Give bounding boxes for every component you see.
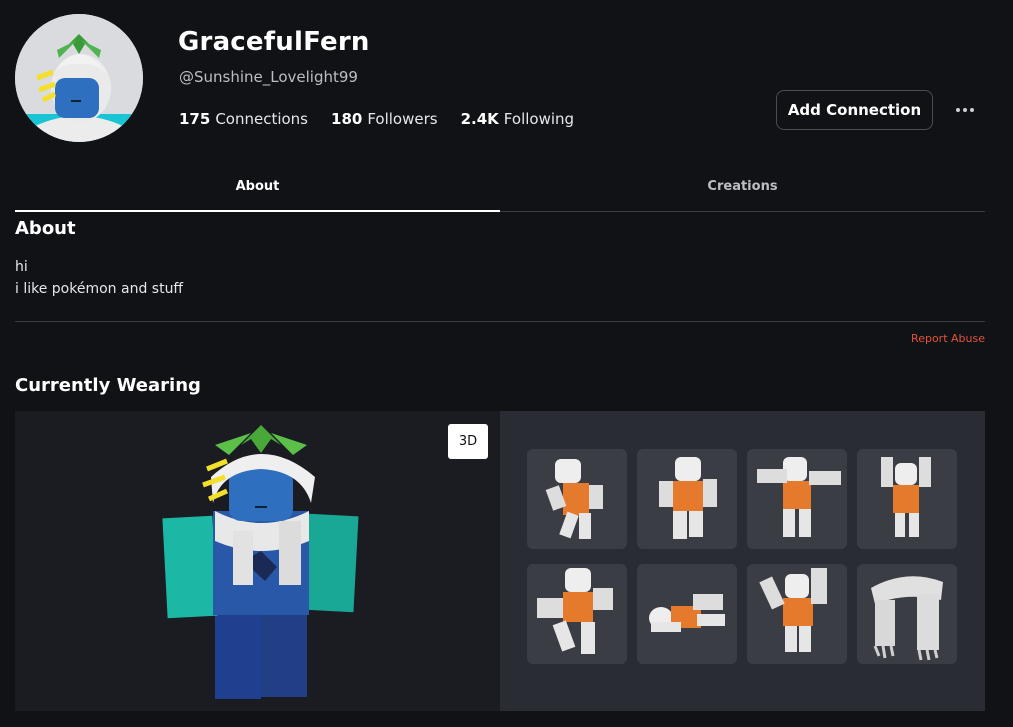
about-heading: About xyxy=(15,218,76,239)
stat-connections-count: 175 xyxy=(179,110,211,128)
emote-thumbnail xyxy=(537,568,613,654)
wearing-item-emote-4[interactable] xyxy=(857,449,957,549)
stat-followers-count: 180 xyxy=(331,110,363,128)
emote-thumbnail xyxy=(757,457,841,537)
wearing-item-emote-3[interactable] xyxy=(747,449,847,549)
username: @Sunshine_Lovelight99 xyxy=(179,68,358,86)
emote-thumbnail xyxy=(545,459,603,539)
tab-creations[interactable]: Creations xyxy=(500,162,985,211)
stat-connections-label: Connections xyxy=(215,110,309,128)
display-name: GracefulFern xyxy=(178,27,370,57)
profile-avatar[interactable] xyxy=(15,14,143,142)
emote-thumbnail xyxy=(659,457,717,539)
avatar-full-body-image xyxy=(162,425,359,699)
currently-wearing-heading: Currently Wearing xyxy=(15,375,201,396)
ellipsis-icon[interactable] xyxy=(950,96,980,124)
tab-about[interactable]: About xyxy=(15,162,500,212)
emote-thumbnail xyxy=(881,457,931,537)
wearing-item-emote-5[interactable] xyxy=(527,564,627,664)
stat-followers-label: Followers xyxy=(367,110,438,128)
divider xyxy=(15,321,985,322)
profile-stats: 175 Connections 180 Followers 2.4K Followin… xyxy=(179,110,574,128)
about-line: i like pokémon and stuff xyxy=(15,281,184,297)
stat-connections[interactable]: 175 Connections xyxy=(179,110,308,128)
view-3d-toggle-button[interactable]: 3D xyxy=(448,424,488,459)
add-connection-button[interactable]: Add Connection xyxy=(776,90,933,130)
wearing-item-emote-7[interactable] xyxy=(747,564,847,664)
avatar-headshot-image xyxy=(15,14,143,142)
emote-thumbnail xyxy=(759,568,827,652)
report-abuse-link[interactable]: Report Abuse xyxy=(911,332,985,345)
wearing-item-emote-2[interactable] xyxy=(637,449,737,549)
wearing-item-emote-6[interactable] xyxy=(637,564,737,664)
about-line: hi xyxy=(15,259,28,275)
wearing-item-scarf[interactable] xyxy=(857,564,957,664)
stat-following[interactable]: 2.4K Following xyxy=(461,110,574,128)
emote-thumbnail xyxy=(649,594,725,632)
stat-followers[interactable]: 180 Followers xyxy=(331,110,438,128)
scarf-thumbnail xyxy=(871,576,943,661)
stat-following-label: Following xyxy=(503,110,575,128)
about-description: hi i like pokémon and stuff xyxy=(15,256,183,300)
profile-tabs: About Creations xyxy=(15,162,985,212)
avatar-viewer[interactable]: 3D xyxy=(15,411,500,711)
wearing-items-grid xyxy=(500,411,985,711)
stat-following-count: 2.4K xyxy=(460,110,499,128)
wearing-item-emote-1[interactable] xyxy=(527,449,627,549)
